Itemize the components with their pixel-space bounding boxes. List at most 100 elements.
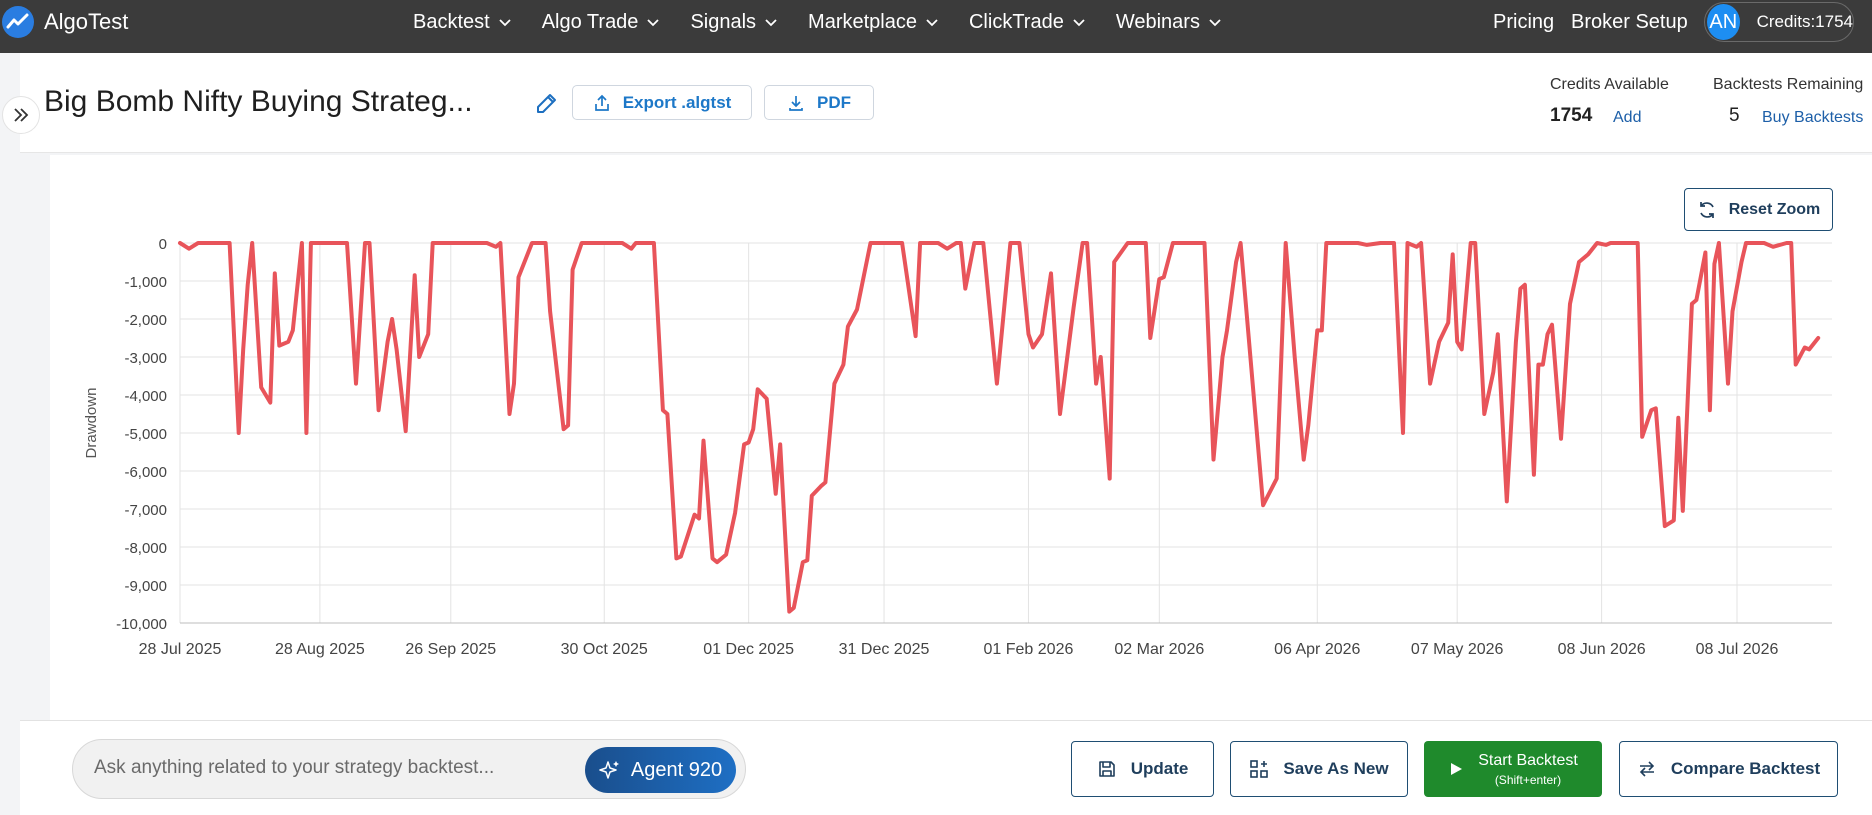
drawdown-point [1112, 260, 1116, 264]
drawdown-point [1157, 277, 1161, 281]
drawdown-point [1302, 458, 1306, 462]
drawdown-point [517, 275, 520, 279]
drawdown-point [1794, 363, 1798, 367]
drawdown-point [1681, 509, 1685, 513]
drawdown-point [304, 431, 308, 435]
drawdown-point [1094, 382, 1098, 386]
y-tick-label: -4,000 [124, 388, 167, 405]
drawdown-point [566, 423, 570, 427]
drawdown-point [855, 308, 859, 311]
drawdown-point [1518, 287, 1522, 291]
drawdown-point [918, 241, 922, 245]
drawdown-point [1415, 245, 1419, 249]
drawdown-point [1428, 382, 1432, 386]
x-tick-label: 07 May 2026 [1411, 641, 1504, 658]
drawdown-point [756, 387, 760, 391]
drawdown-point [291, 328, 295, 332]
y-tick-label: 0 [159, 236, 167, 253]
y-tick-label: -1,000 [124, 274, 167, 291]
drawdown-point [711, 556, 714, 560]
drawdown-point [1672, 518, 1676, 522]
agent-button[interactable]: Agent 920 [585, 747, 736, 793]
drawdown-point [1365, 243, 1369, 247]
drawdown-point [485, 241, 489, 245]
drawdown-point [1455, 340, 1459, 344]
drawdown-point [246, 283, 250, 287]
drawdown-point [386, 340, 390, 344]
save-icon [1098, 761, 1115, 777]
drawdown-point [1789, 241, 1793, 245]
drawdown-point [250, 241, 254, 245]
drawdown-point [1595, 241, 1599, 245]
drawdown-point [512, 382, 516, 386]
compare-backtest-button[interactable]: Compare Backtest [1619, 741, 1838, 797]
x-tick-label: 02 Mar 2026 [1114, 641, 1204, 658]
drawdown-point [309, 241, 313, 245]
ask-input[interactable] [94, 757, 574, 779]
drawdown-point [1203, 241, 1206, 245]
drawdown-point [1072, 306, 1076, 310]
x-tick-label: 30 Oct 2025 [561, 641, 648, 658]
drawdown-point [318, 241, 322, 245]
drawdown-point [1446, 321, 1450, 325]
start-backtest-button[interactable]: Start Backtest (Shift+enter) [1424, 741, 1602, 797]
drawdown-point [1315, 328, 1319, 332]
start-backtest-label: Start Backtest [1478, 751, 1578, 769]
drawdown-point [963, 287, 967, 291]
drawdown-point [345, 241, 349, 245]
drawdown-point [693, 513, 696, 517]
drawdown-point [241, 347, 245, 351]
drawdown-point [1392, 241, 1396, 245]
save-as-new-button[interactable]: Save As New [1230, 741, 1408, 797]
drawdown-point [1058, 412, 1062, 416]
x-tick-label: 28 Aug 2025 [275, 641, 365, 658]
drawdown-point [778, 442, 782, 446]
drawdown-point [995, 382, 999, 386]
drawdown-point [1275, 477, 1279, 481]
drawdown-chart[interactable]: 0 -1,000 -2,000 -3,000 -4,000 -5,000 -6,000 -7,… [0, 0, 1872, 720]
drawdown-point [363, 241, 367, 245]
drawdown-point [228, 241, 232, 245]
drawdown-point [1031, 346, 1035, 349]
drawdown-point [1694, 298, 1698, 302]
drawdown-point [954, 241, 958, 245]
drawdown-point [841, 363, 845, 367]
drawdown-point [571, 268, 575, 272]
drawdown-point [277, 344, 281, 348]
drawdown-point [900, 241, 904, 245]
drawdown-point [548, 309, 552, 313]
drawdown-point [981, 241, 985, 245]
expand-sidebar-button[interactable] [2, 96, 40, 134]
x-tick-label: 01 Dec 2025 [703, 641, 794, 658]
drawdown-point [936, 241, 940, 245]
drawdown-point [580, 241, 584, 245]
drawdown-point [1731, 309, 1734, 313]
drawdown-point [679, 555, 683, 558]
drawdown-point [1703, 251, 1707, 254]
update-button[interactable]: Update [1071, 741, 1214, 797]
drawdown-point [1550, 323, 1554, 327]
drawdown-point [544, 241, 548, 245]
drawdown-point [1401, 431, 1405, 435]
y-tick-label: -8,000 [124, 540, 167, 557]
drawdown-point [1609, 241, 1613, 245]
x-tick-label: 26 Sep 2025 [405, 641, 496, 658]
drawdown-point [1496, 332, 1500, 336]
drawdown-point [715, 560, 719, 564]
drawdown-point [1473, 241, 1477, 245]
x-tick-label: 28 Jul 2025 [139, 641, 222, 658]
drawdown-point [1514, 340, 1518, 344]
reset-zoom-button[interactable]: Reset Zoom [1684, 188, 1833, 231]
drawdown-point [196, 241, 200, 245]
drawdown-point [273, 271, 277, 275]
drawdown-point [1803, 346, 1807, 349]
y-axis-title: Drawdown [83, 388, 100, 459]
drawdown-point [846, 325, 850, 329]
drawdown-point [1239, 241, 1243, 245]
drawdown-point [1708, 408, 1712, 412]
drawdown-point [1027, 332, 1030, 336]
drawdown-point [1406, 241, 1409, 245]
drawdown-point [1437, 340, 1441, 344]
y-tick-label: -9,000 [124, 578, 167, 595]
drawdown-point [286, 340, 290, 344]
